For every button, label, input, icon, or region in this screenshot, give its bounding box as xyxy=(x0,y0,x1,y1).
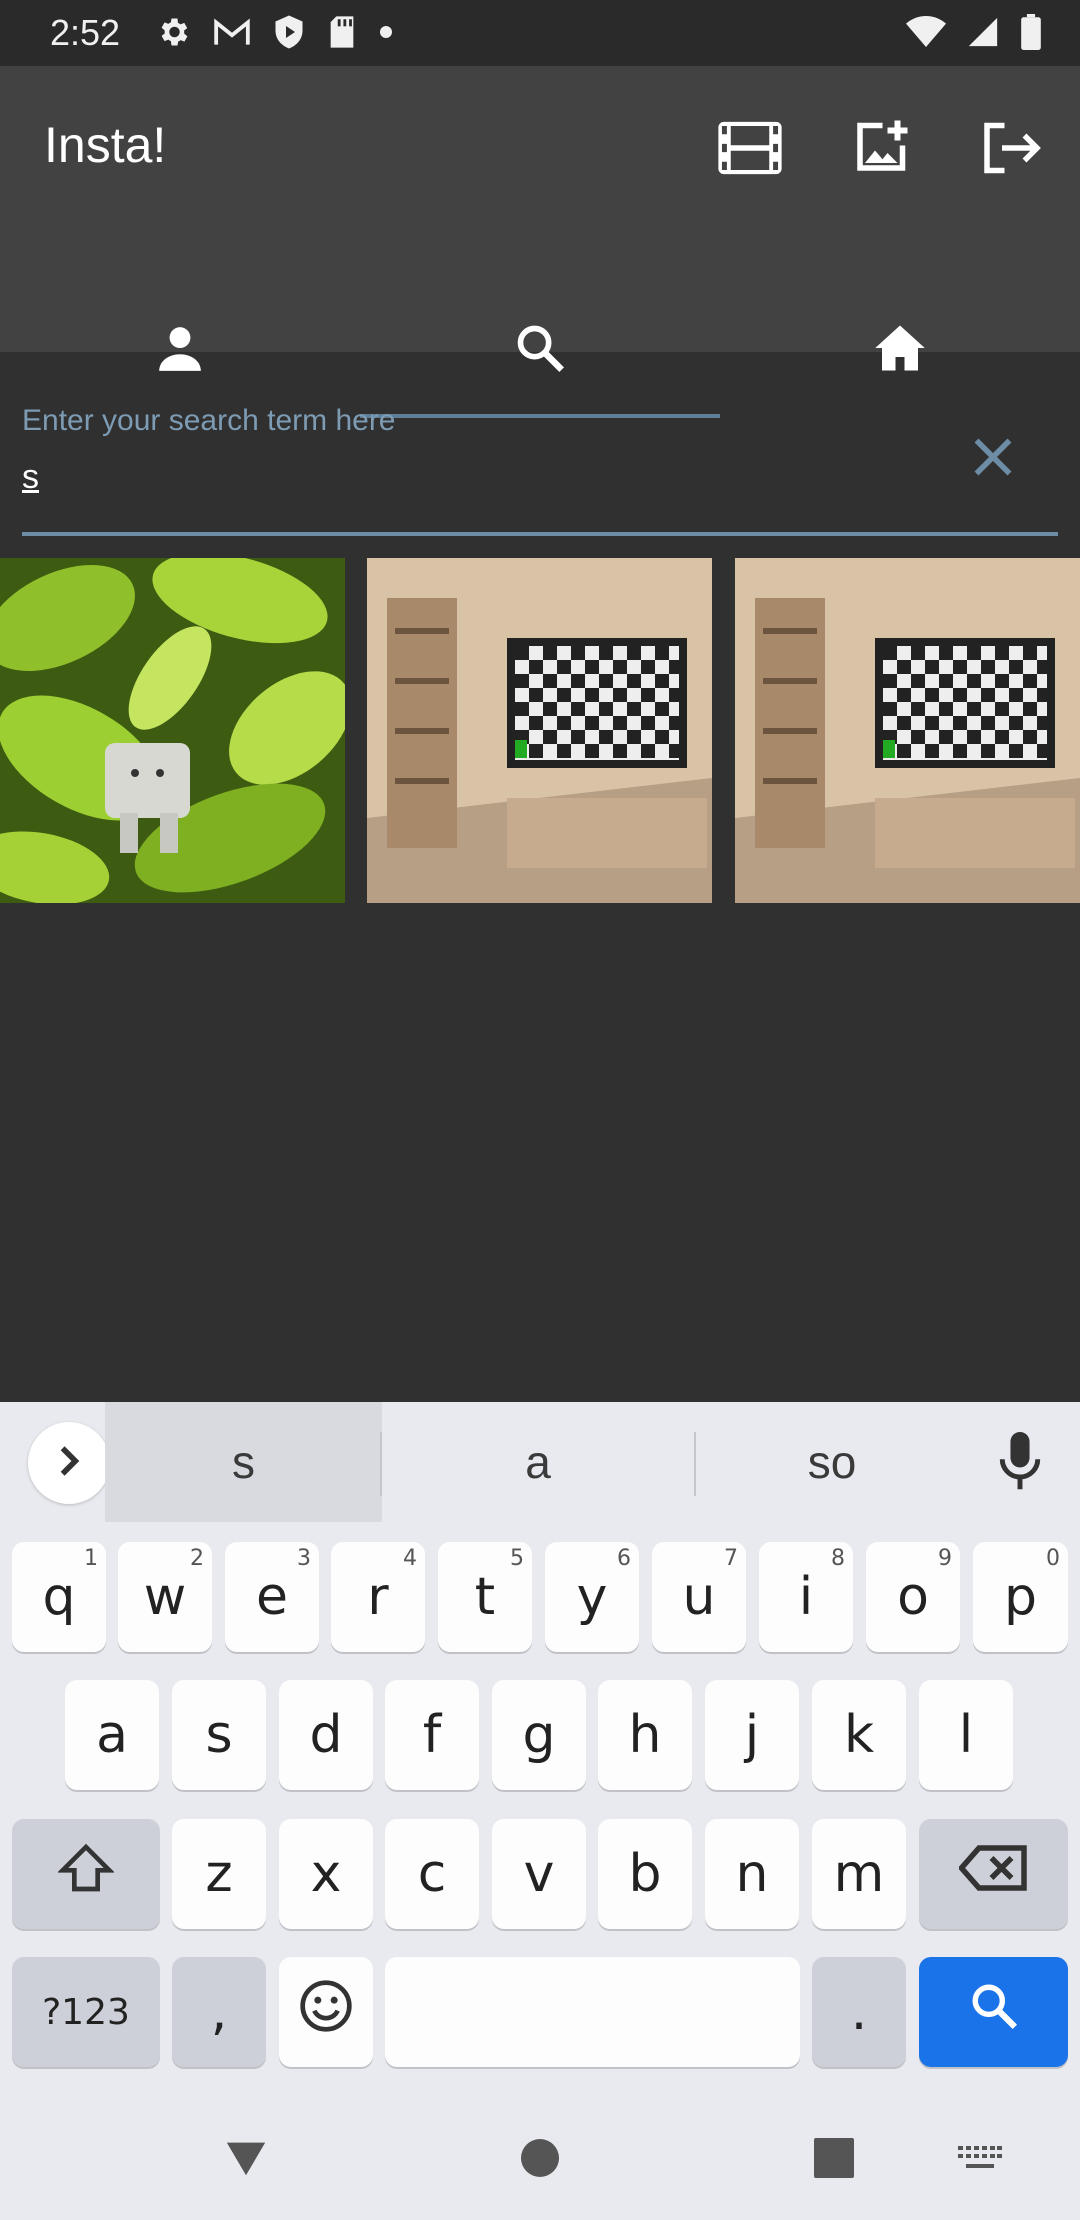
symbols-key[interactable]: ?123 xyxy=(12,1957,160,2067)
search-input[interactable]: s xyxy=(22,458,39,497)
signal-icon xyxy=(966,15,1000,54)
keyboard-expand-button[interactable] xyxy=(28,1422,110,1504)
microphone-icon xyxy=(997,1431,1043,1497)
home-circle-icon xyxy=(520,2138,560,2183)
key-q[interactable]: q1 xyxy=(12,1542,106,1652)
key-n[interactable]: n xyxy=(705,1819,799,1929)
status-time: 2:52 xyxy=(50,12,121,53)
key-z[interactable]: z xyxy=(172,1819,266,1929)
key-c[interactable]: c xyxy=(385,1819,479,1929)
result-image-room-tv[interactable] xyxy=(367,558,712,903)
search-action-key[interactable] xyxy=(919,1957,1068,2067)
voice-input-button[interactable] xyxy=(990,1431,1050,1497)
suggestion-3[interactable]: so xyxy=(696,1402,968,1522)
person-icon xyxy=(155,323,205,378)
suggestion-2[interactable]: a xyxy=(382,1402,694,1522)
battery-icon xyxy=(1020,14,1042,55)
search-icon xyxy=(969,1981,1019,2044)
logout-button[interactable] xyxy=(972,110,1052,190)
comma-key[interactable]: , xyxy=(172,1957,266,2067)
key-v[interactable]: v xyxy=(492,1819,586,1929)
key-f[interactable]: f xyxy=(385,1680,479,1790)
key-m[interactable]: m xyxy=(812,1819,906,1929)
key-k[interactable]: k xyxy=(812,1680,906,1790)
key-x[interactable]: x xyxy=(279,1819,373,1929)
search-placeholder: Enter your search term here xyxy=(22,404,396,437)
key-w[interactable]: w2 xyxy=(118,1542,212,1652)
shift-icon xyxy=(57,1842,115,1907)
wifi-icon xyxy=(906,16,946,53)
keyboard-icon xyxy=(958,2145,1002,2175)
key-o[interactable]: o9 xyxy=(866,1542,960,1652)
app-bar: Insta! xyxy=(0,66,1080,418)
key-a[interactable]: a xyxy=(65,1680,159,1790)
key-s[interactable]: s xyxy=(172,1680,266,1790)
results-grid xyxy=(0,558,1080,903)
result-image-leaves[interactable] xyxy=(0,558,345,903)
tab-home[interactable] xyxy=(720,282,1080,418)
back-button[interactable] xyxy=(206,2120,286,2200)
key-j[interactable]: j xyxy=(705,1680,799,1790)
backspace-key[interactable] xyxy=(919,1819,1068,1929)
suggestion-1[interactable]: s xyxy=(105,1402,382,1522)
key-r[interactable]: r4 xyxy=(331,1542,425,1652)
reels-icon xyxy=(717,120,783,181)
settings-icon xyxy=(155,14,191,55)
back-icon xyxy=(223,2138,269,2183)
status-bar: 2:52 xyxy=(0,0,1080,66)
key-g[interactable]: g xyxy=(492,1680,586,1790)
tab-bar xyxy=(0,282,1080,418)
app-title: Insta! xyxy=(44,117,167,173)
emoji-icon xyxy=(298,1978,354,2047)
search-underline xyxy=(22,532,1058,536)
add-photo-icon xyxy=(850,118,910,183)
key-b[interactable]: b xyxy=(598,1819,692,1929)
chevron-right-icon xyxy=(54,1444,84,1483)
keyboard-switch-button[interactable] xyxy=(940,2120,1020,2200)
suggestion-strip: s a so xyxy=(0,1402,1080,1524)
key-l[interactable]: l xyxy=(919,1680,1013,1790)
period-key[interactable]: . xyxy=(812,1957,906,2067)
key-e[interactable]: e3 xyxy=(225,1542,319,1652)
space-key[interactable] xyxy=(385,1957,800,2067)
shift-key[interactable] xyxy=(12,1819,160,1929)
gmail-icon xyxy=(213,17,251,52)
tab-profile[interactable] xyxy=(0,282,360,418)
result-image-room-tv[interactable] xyxy=(735,558,1080,903)
recents-icon xyxy=(814,2137,854,2183)
home-button[interactable] xyxy=(500,2120,580,2200)
dot-icon xyxy=(379,25,393,44)
emoji-key[interactable] xyxy=(279,1957,373,2067)
key-d[interactable]: d xyxy=(279,1680,373,1790)
backspace-icon xyxy=(957,1843,1029,1906)
key-p[interactable]: p0 xyxy=(973,1542,1068,1652)
close-icon xyxy=(971,435,1015,484)
add-photo-button[interactable] xyxy=(840,110,920,190)
shield-icon xyxy=(273,14,305,55)
logout-icon xyxy=(982,120,1042,181)
key-i[interactable]: i8 xyxy=(759,1542,853,1652)
search-icon xyxy=(514,322,566,379)
key-y[interactable]: y6 xyxy=(545,1542,639,1652)
recents-button[interactable] xyxy=(794,2120,874,2200)
key-u[interactable]: u7 xyxy=(652,1542,746,1652)
search-field[interactable]: Enter your search term here s xyxy=(22,400,1058,540)
key-t[interactable]: t5 xyxy=(438,1542,532,1652)
soft-keyboard: s a so q1 w2 e3 r4 t5 y6 u7 i8 o9 p0 a s… xyxy=(0,1402,1080,2220)
key-h[interactable]: h xyxy=(598,1680,692,1790)
sd-card-icon xyxy=(327,15,357,54)
system-nav-bar xyxy=(0,2100,1080,2220)
reels-button[interactable] xyxy=(710,110,790,190)
tab-search[interactable] xyxy=(360,282,720,418)
home-icon xyxy=(873,323,927,378)
clear-search-button[interactable] xyxy=(958,424,1028,494)
